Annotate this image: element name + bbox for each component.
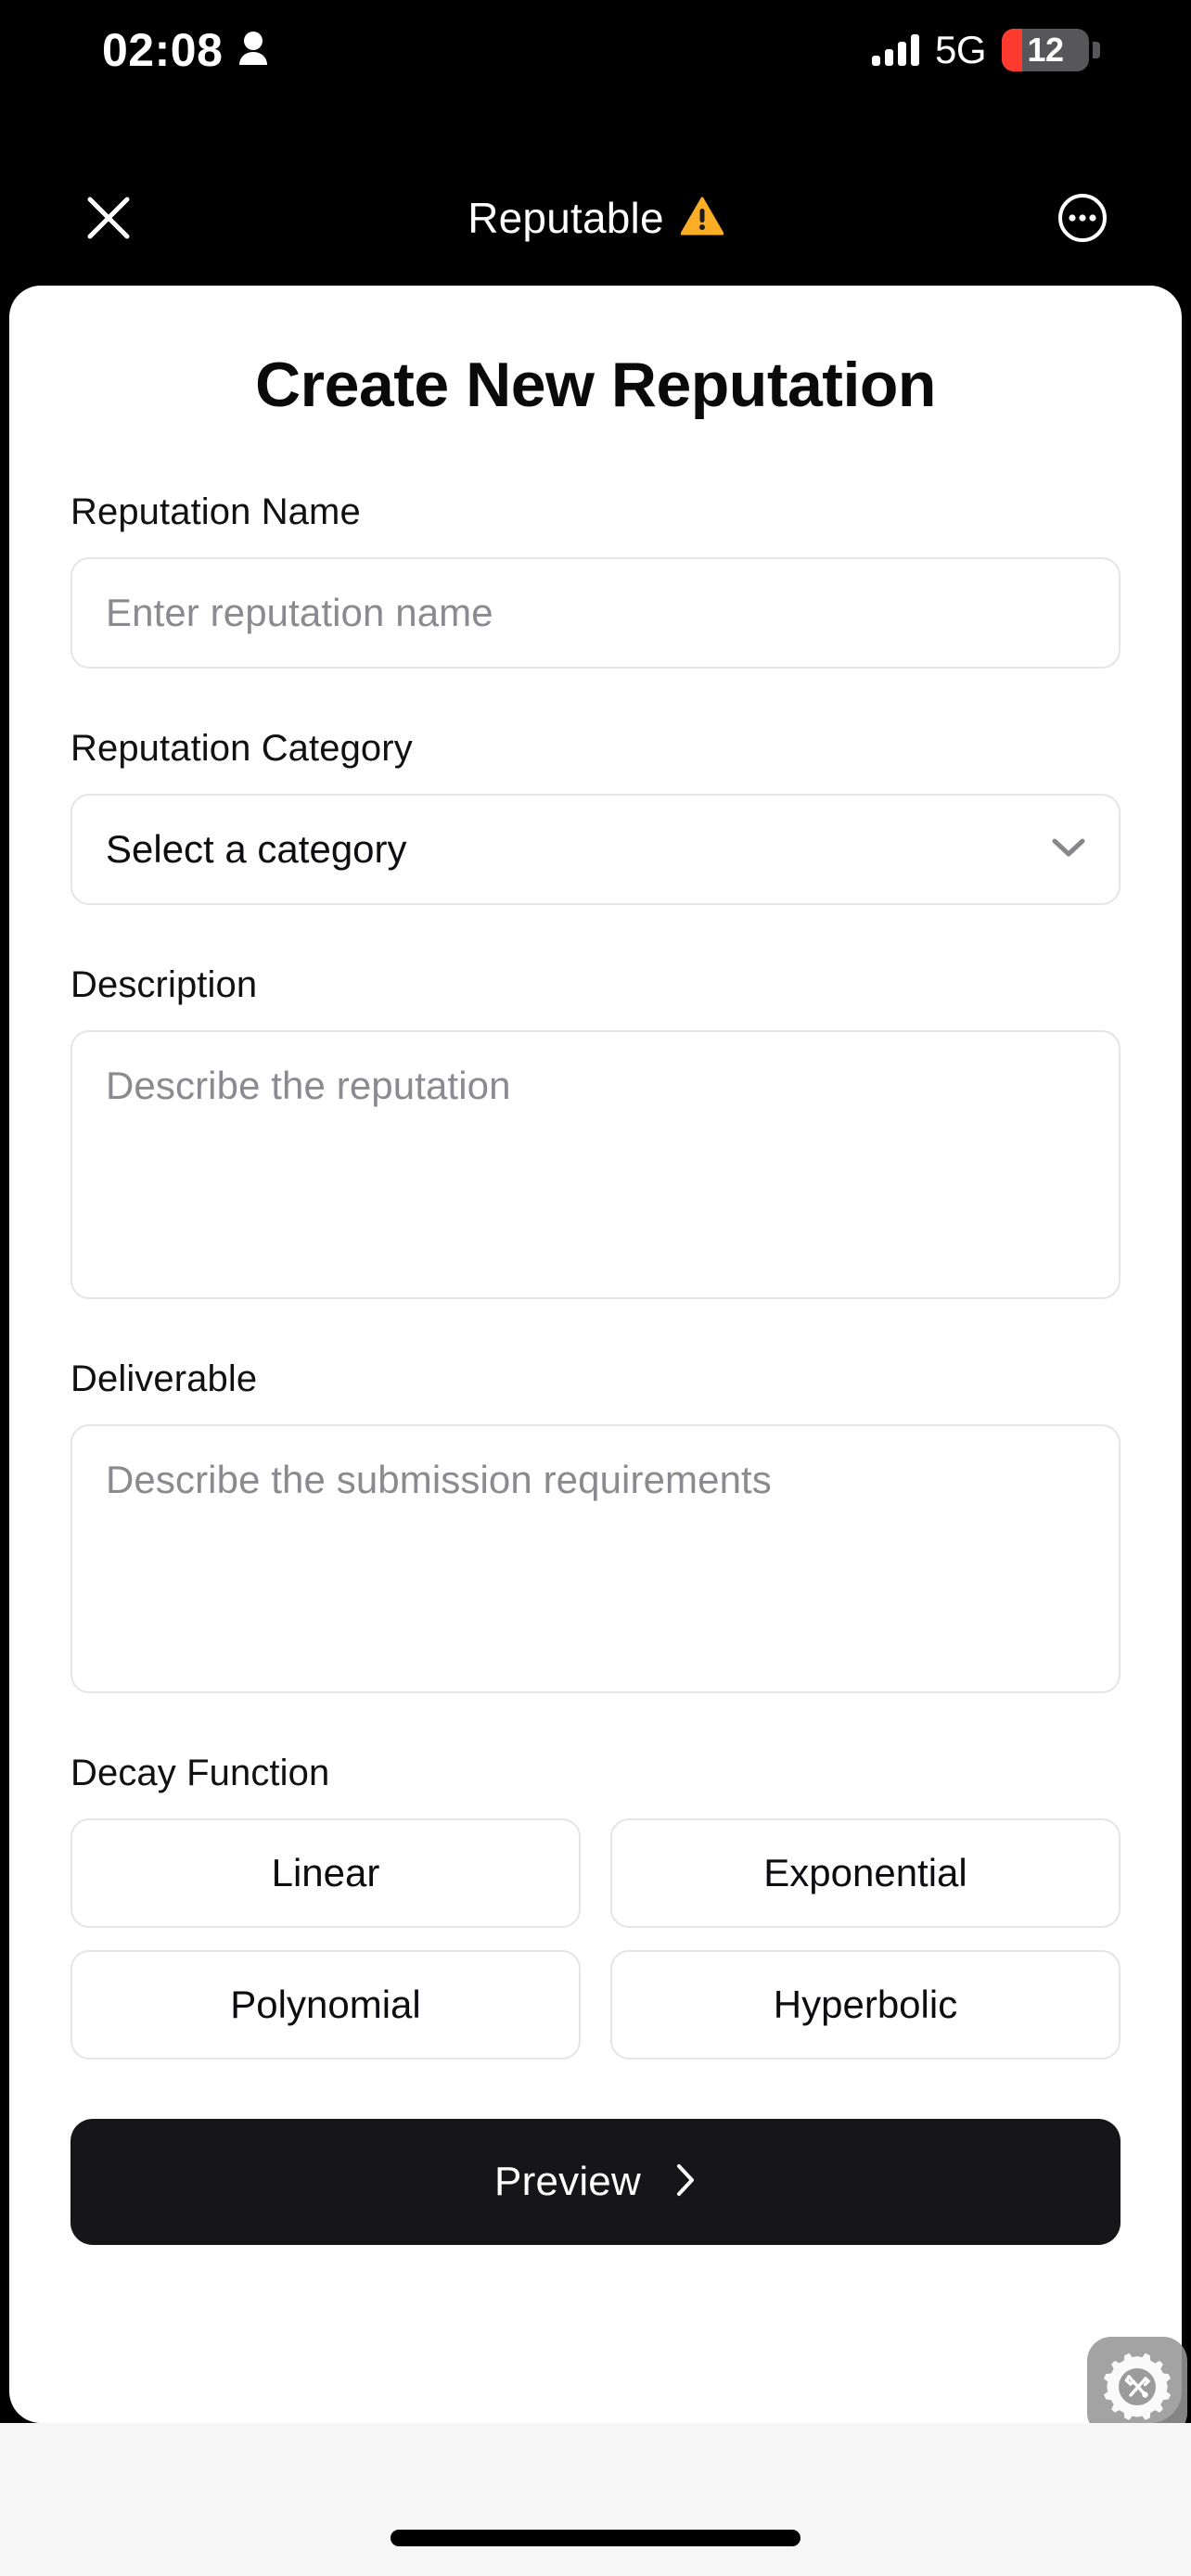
deliverable-placeholder: Describe the submission requirements bbox=[106, 1458, 772, 1501]
create-reputation-form: Reputation Name Enter reputation name Re… bbox=[9, 491, 1182, 2245]
bottom-safe-area bbox=[0, 2423, 1191, 2576]
status-time: 02:08 bbox=[102, 24, 224, 76]
battery-fill bbox=[1002, 29, 1022, 71]
decay-option-hyperbolic[interactable]: Hyperbolic bbox=[610, 1950, 1121, 2060]
battery-body: 12 bbox=[1002, 29, 1089, 71]
create-reputation-card: Create New Reputation Reputation Name En… bbox=[9, 286, 1182, 2423]
description-textarea[interactable]: Describe the reputation bbox=[70, 1030, 1121, 1299]
battery-cap bbox=[1093, 42, 1100, 58]
close-button[interactable] bbox=[78, 187, 139, 249]
phone-screen: 02:08 5G 12 Reputable Create New Reputat… bbox=[0, 0, 1191, 2576]
more-circle-icon bbox=[1058, 194, 1107, 242]
close-icon bbox=[87, 197, 130, 239]
network-type-label: 5G bbox=[934, 28, 987, 71]
signal-bars-icon bbox=[871, 34, 919, 66]
status-bar-right: 5G 12 bbox=[871, 28, 1100, 72]
field-deliverable: Deliverable Describe the submission requ… bbox=[70, 1358, 1121, 1693]
status-bar-left: 02:08 bbox=[102, 27, 269, 73]
decay-option-linear[interactable]: Linear bbox=[70, 1818, 581, 1928]
more-options-button[interactable] bbox=[1052, 187, 1113, 249]
battery-percent-label: 12 bbox=[1027, 31, 1064, 69]
page-title: Create New Reputation bbox=[255, 350, 936, 420]
reputation-category-label: Reputation Category bbox=[70, 728, 413, 769]
reputation-category-value: Select a category bbox=[106, 827, 407, 871]
field-description: Description Describe the reputation bbox=[70, 964, 1121, 1299]
app-title: Reputable bbox=[467, 194, 664, 242]
dev-tools-button[interactable] bbox=[1087, 2337, 1187, 2437]
description-placeholder: Describe the reputation bbox=[106, 1064, 511, 1107]
warning-triangle-icon bbox=[680, 197, 724, 240]
status-bar: 02:08 5G 12 bbox=[0, 0, 1191, 100]
reputation-name-placeholder: Enter reputation name bbox=[106, 591, 493, 634]
chevron-right-icon bbox=[674, 2162, 697, 2203]
preview-button-label: Preview bbox=[494, 2159, 641, 2204]
reputation-name-input[interactable]: Enter reputation name bbox=[70, 557, 1121, 669]
decay-option-polynomial[interactable]: Polynomial bbox=[70, 1950, 581, 2060]
decay-function-label: Decay Function bbox=[70, 1753, 330, 1793]
nav-title-group: Reputable bbox=[467, 193, 724, 243]
battery-indicator: 12 bbox=[1002, 29, 1100, 71]
preview-button[interactable]: Preview bbox=[70, 2119, 1121, 2245]
reputation-name-label: Reputation Name bbox=[70, 491, 361, 532]
chevron-down-icon bbox=[1050, 836, 1087, 863]
field-decay-function: Decay Function Linear Exponential Polyno… bbox=[70, 1753, 1121, 2060]
field-reputation-category: Reputation Category Select a category bbox=[70, 728, 1121, 905]
nav-bar: Reputable bbox=[0, 158, 1191, 278]
deliverable-label: Deliverable bbox=[70, 1358, 258, 1399]
gear-tools-icon bbox=[1103, 2353, 1172, 2420]
field-reputation-name: Reputation Name Enter reputation name bbox=[70, 491, 1121, 669]
decay-option-exponential[interactable]: Exponential bbox=[610, 1818, 1121, 1928]
home-indicator[interactable] bbox=[391, 2530, 800, 2546]
deliverable-textarea[interactable]: Describe the submission requirements bbox=[70, 1424, 1121, 1693]
description-label: Description bbox=[70, 964, 258, 1005]
reputation-category-select[interactable]: Select a category bbox=[70, 794, 1121, 905]
decay-function-options: Linear Exponential Polynomial Hyperbolic bbox=[70, 1818, 1121, 2060]
person-icon bbox=[237, 31, 269, 70]
